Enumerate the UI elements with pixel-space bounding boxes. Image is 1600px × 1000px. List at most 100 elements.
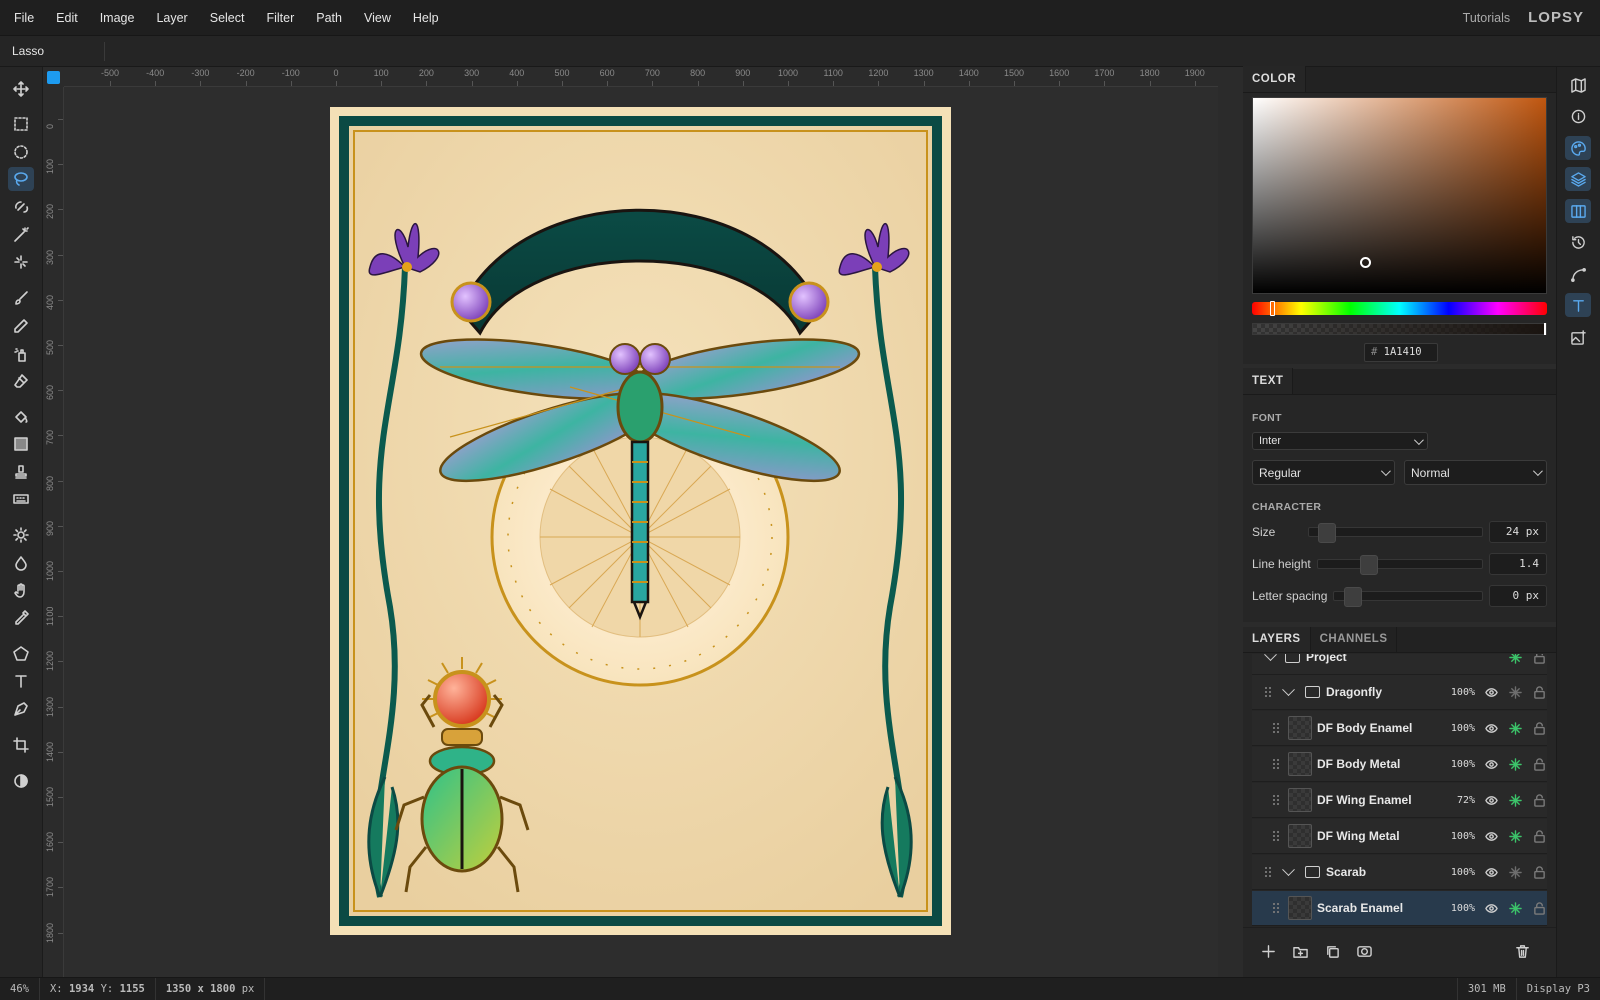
- pencil-tool[interactable]: [8, 314, 34, 338]
- drag-handle-icon[interactable]: [1264, 866, 1272, 878]
- alpha-slider-thumb[interactable]: [1544, 323, 1546, 335]
- eye-icon[interactable]: [1483, 720, 1499, 736]
- lock-icon[interactable]: [1531, 792, 1547, 808]
- quick-select-tool[interactable]: [8, 195, 34, 219]
- columns-panel-button[interactable]: [1565, 199, 1591, 223]
- duplicate-layer-button[interactable]: [1325, 944, 1340, 962]
- zoom-level[interactable]: 46%: [0, 977, 40, 1000]
- dodge-tool[interactable]: [8, 523, 34, 547]
- move-tool[interactable]: [8, 77, 34, 101]
- line-height-slider-thumb[interactable]: [1359, 555, 1378, 575]
- drag-handle-icon[interactable]: [1272, 794, 1280, 806]
- ruler-corner[interactable]: [43, 67, 64, 87]
- line-height-slider[interactable]: [1316, 555, 1483, 575]
- lock-icon[interactable]: [1531, 756, 1547, 772]
- eyedropper-tool[interactable]: [8, 606, 34, 630]
- layer-row[interactable]: DF Wing Metal 100%: [1252, 819, 1547, 854]
- canvas-viewport[interactable]: [64, 87, 1218, 977]
- drag-handle-icon[interactable]: [1272, 758, 1280, 770]
- lock-icon[interactable]: [1531, 900, 1547, 916]
- pattern-tool[interactable]: [8, 487, 34, 511]
- fx-icon[interactable]: [1507, 756, 1523, 772]
- lasso-tool[interactable]: [8, 167, 34, 191]
- fx-icon[interactable]: [1507, 684, 1523, 700]
- layer-opacity[interactable]: 100%: [1441, 687, 1475, 698]
- layer-group-row[interactable]: Dragonfly 100%: [1252, 675, 1547, 710]
- menu-filter[interactable]: Filter: [255, 11, 305, 25]
- layer-opacity[interactable]: 100%: [1441, 723, 1475, 734]
- fx-icon[interactable]: [1507, 864, 1523, 880]
- layer-group-row[interactable]: Scarab 100%: [1252, 855, 1547, 890]
- layer-row[interactable]: DF Body Metal 100%: [1252, 747, 1547, 782]
- text-panel-title[interactable]: TEXT: [1243, 368, 1294, 394]
- font-family-select[interactable]: Inter: [1252, 432, 1428, 450]
- letter-spacing-input[interactable]: 0 px: [1489, 585, 1547, 607]
- brush-tool[interactable]: [8, 286, 34, 310]
- chevron-down-icon[interactable]: [1264, 654, 1277, 661]
- font-style-select[interactable]: Normal: [1404, 460, 1547, 485]
- size-slider[interactable]: [1308, 523, 1483, 543]
- eye-icon[interactable]: [1483, 792, 1499, 808]
- clone-tool[interactable]: [8, 342, 34, 366]
- color-picker-handle[interactable]: [1360, 257, 1371, 268]
- layer-row[interactable]: DF Wing Enamel 72%: [1252, 783, 1547, 818]
- menu-image[interactable]: Image: [89, 11, 146, 25]
- alpha-slider[interactable]: [1252, 323, 1547, 335]
- tab-layers[interactable]: LAYERS: [1243, 627, 1311, 652]
- history-panel-button[interactable]: [1565, 230, 1591, 254]
- blur-tool[interactable]: [8, 551, 34, 575]
- ellipse-select-tool[interactable]: [8, 140, 34, 164]
- layer-opacity[interactable]: 100%: [1441, 759, 1475, 770]
- drag-handle-icon[interactable]: [1272, 902, 1280, 914]
- layers-panel-button[interactable]: [1565, 167, 1591, 191]
- mask-layer-button[interactable]: [1357, 944, 1372, 962]
- contrast-tool[interactable]: [8, 769, 34, 793]
- menu-edit[interactable]: Edit: [45, 11, 89, 25]
- drag-handle-icon[interactable]: [1272, 830, 1280, 842]
- fx-icon[interactable]: [1507, 900, 1523, 916]
- add-group-button[interactable]: [1293, 944, 1308, 962]
- size-slider-thumb[interactable]: [1318, 523, 1337, 543]
- layer-opacity[interactable]: 100%: [1441, 903, 1475, 914]
- drag-handle-icon[interactable]: [1272, 722, 1280, 734]
- stamp-tool[interactable]: [8, 460, 34, 484]
- polygon-tool[interactable]: [8, 642, 34, 666]
- hue-slider-thumb[interactable]: [1270, 301, 1275, 316]
- layers-list[interactable]: Project Dragonfly 100% DF Body Enamel 100% D…: [1243, 654, 1556, 927]
- color-panel-title[interactable]: COLOR: [1243, 66, 1307, 92]
- eye-icon[interactable]: [1483, 828, 1499, 844]
- menu-layer[interactable]: Layer: [145, 11, 198, 25]
- map-panel-button[interactable]: [1565, 73, 1591, 97]
- layer-row[interactable]: Scarab Enamel 100%: [1252, 891, 1547, 926]
- eye-icon[interactable]: [1483, 864, 1499, 880]
- hand-tool[interactable]: [8, 578, 34, 602]
- fx-icon[interactable]: [1507, 792, 1523, 808]
- drag-handle-icon[interactable]: [1264, 686, 1272, 698]
- paths-panel-button[interactable]: [1565, 262, 1591, 286]
- lock-icon[interactable]: [1531, 654, 1547, 665]
- crop-tool[interactable]: [8, 733, 34, 757]
- color-panel-button[interactable]: [1565, 136, 1591, 160]
- text-panel-button[interactable]: [1565, 293, 1591, 317]
- eye-icon[interactable]: [1483, 756, 1499, 772]
- info-panel-button[interactable]: [1565, 104, 1591, 128]
- lock-icon[interactable]: [1531, 720, 1547, 736]
- color-profile[interactable]: Display P3: [1515, 977, 1600, 1000]
- spot-heal-tool[interactable]: [8, 250, 34, 274]
- chevron-down-icon[interactable]: [1282, 682, 1295, 696]
- layer-row[interactable]: DF Body Enamel 100%: [1252, 711, 1547, 746]
- font-weight-select[interactable]: Regular: [1252, 460, 1395, 485]
- layer-opacity[interactable]: 72%: [1441, 795, 1475, 806]
- lock-icon[interactable]: [1531, 828, 1547, 844]
- menu-path[interactable]: Path: [305, 11, 353, 25]
- hue-slider[interactable]: [1252, 301, 1547, 316]
- size-input[interactable]: 24 px: [1489, 521, 1547, 543]
- gradient-tool[interactable]: [8, 432, 34, 456]
- eraser-tool[interactable]: [8, 369, 34, 393]
- image-panel-button[interactable]: [1565, 325, 1591, 349]
- eye-icon[interactable]: [1483, 684, 1499, 700]
- color-saturation-field[interactable]: [1252, 97, 1547, 294]
- line-height-input[interactable]: 1.4: [1489, 553, 1547, 575]
- magic-wand-tool[interactable]: [8, 223, 34, 247]
- rect-select-tool[interactable]: [8, 112, 34, 136]
